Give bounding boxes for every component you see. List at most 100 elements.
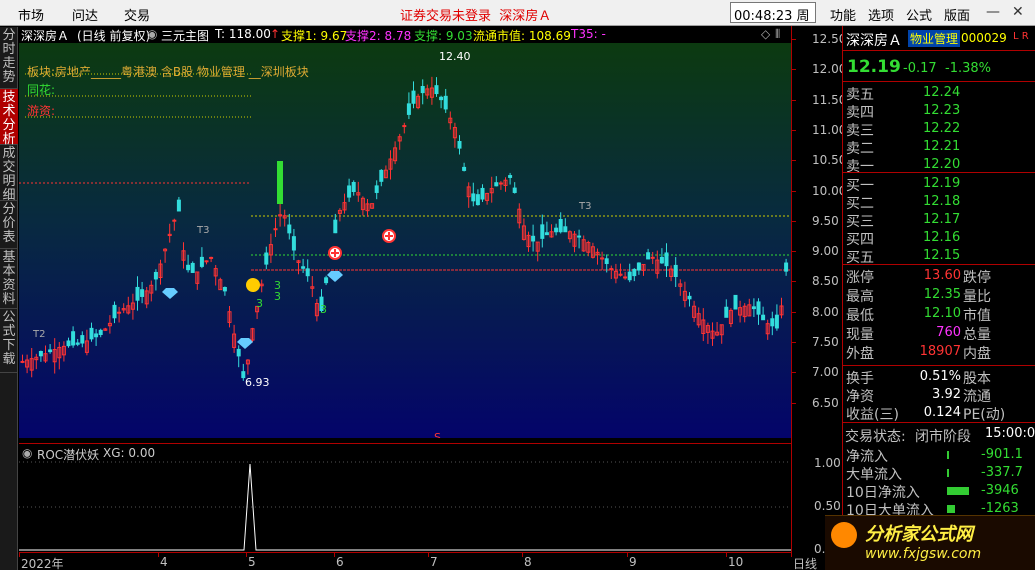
stat2-label: 换手 <box>846 371 874 387</box>
stat-label: 最高 <box>846 289 874 305</box>
candle-body <box>66 340 71 347</box>
stat-value: 13.60 <box>923 268 961 283</box>
ask-label: 卖二 <box>846 141 874 157</box>
menu-options[interactable]: 选项 <box>868 5 894 24</box>
menu-layout[interactable]: 版面 <box>944 5 970 24</box>
candle-body <box>347 185 352 198</box>
tab-trades[interactable]: 成交明细 <box>0 145 18 203</box>
candle-body <box>402 125 407 128</box>
menu-ask[interactable]: 问达 <box>72 5 98 24</box>
diamond-icon[interactable]: ◇ <box>761 27 770 41</box>
candle-body <box>98 329 103 336</box>
bid-price[interactable]: 12.17 <box>923 212 960 227</box>
candle-body <box>577 235 582 238</box>
stat2-value: 0.124 <box>923 405 961 420</box>
candle-body <box>264 252 269 265</box>
candle-body <box>554 227 559 233</box>
bid-price[interactable]: 12.16 <box>923 230 960 245</box>
t2-label: T2 <box>32 329 45 340</box>
youzi-label: 游资: <box>27 104 55 118</box>
ask-price[interactable]: 12.21 <box>923 139 960 154</box>
high-price-label: 12.40 <box>439 50 471 63</box>
date-label: 日线 <box>793 557 818 570</box>
price-axis: 12.50 12.00 11.50 11.00 10.50 10.00 9.50… <box>791 26 846 556</box>
stat2-value: 0.51% <box>919 369 961 384</box>
candle-body <box>75 342 80 345</box>
signal-3-a: 3 <box>256 297 263 310</box>
sad-face-icon <box>246 278 260 292</box>
date-label: 9 <box>629 555 637 569</box>
price-tick: 8.00 <box>812 304 839 319</box>
candle-body <box>508 175 513 178</box>
candle-body <box>558 218 563 233</box>
tab-intraday[interactable]: 分时走势 <box>0 27 18 89</box>
candle-body <box>646 252 651 260</box>
candle-body <box>457 140 462 149</box>
signal-3-d: 3 <box>320 303 327 316</box>
candle-body <box>94 333 99 338</box>
quote-stock-name: 深深房Ａ <box>846 33 902 49</box>
ask-price[interactable]: 12.24 <box>923 85 960 100</box>
tab-price-table[interactable]: 分价表 <box>0 201 18 249</box>
minimize-icon[interactable]: — <box>986 4 1000 20</box>
chart-header: 深深房Ａ (日线 前复权) ◉ 三元主图 T: 118.00 ↑ 支撑1: 9.… <box>19 26 791 43</box>
roc-subchart[interactable] <box>19 461 791 552</box>
logo-icon <box>831 522 857 548</box>
bars-icon[interactable]: ⦀ <box>775 27 780 42</box>
stat-label-2: 内盘 <box>963 346 991 362</box>
candle-body <box>176 199 181 212</box>
menu-function[interactable]: 功能 <box>830 5 856 24</box>
flow-value: -3946 <box>981 483 1019 498</box>
price-tick: 9.00 <box>812 244 839 259</box>
date-axis: 2022年 4 5 6 7 8 9 10 日线 <box>19 552 817 570</box>
stat-label: 最低 <box>846 308 874 324</box>
candle-body <box>761 314 766 321</box>
stat-value: 760 <box>936 325 961 340</box>
candle-body <box>420 85 425 94</box>
chart-stock-name[interactable]: 深深房Ａ <box>21 27 69 44</box>
t-value: T: 118.00 <box>215 27 271 41</box>
ask-price[interactable]: 12.22 <box>923 121 960 136</box>
tab-fundamentals[interactable]: 基本资料 <box>0 249 18 309</box>
indicator-dropdown-icon[interactable]: ◉ <box>147 27 157 41</box>
candle-body <box>439 96 444 101</box>
stat-label: 外盘 <box>846 346 874 362</box>
chart-background <box>19 43 791 438</box>
menu-formula[interactable]: 公式 <box>906 5 932 24</box>
tab-formula-download[interactable]: 公式下载 <box>0 309 18 373</box>
quote-sector-tag[interactable]: 物业管理 <box>908 30 961 47</box>
flow-label: 大单流入 <box>846 467 902 483</box>
candle-body <box>273 228 278 231</box>
flow-value: -901.1 <box>981 447 1023 462</box>
stat2-label-2: 股本 <box>963 371 991 387</box>
bid-price[interactable]: 12.15 <box>923 248 960 263</box>
candlestick-chart[interactable]: 板块:房地产_____粤港澳 含B股 物业管理 __深圳板块 同花: 游资: 1… <box>19 43 791 438</box>
sub-indicator-icon[interactable]: ◉ <box>22 446 32 460</box>
t3-label-1: T3 <box>196 225 209 236</box>
ask-price[interactable]: 12.20 <box>923 157 960 172</box>
bid-price[interactable]: 12.19 <box>923 176 960 191</box>
s-mark: S <box>434 431 441 438</box>
quote-code: 000029 <box>961 31 1007 45</box>
candle-body <box>531 235 536 242</box>
bid-price[interactable]: 12.18 <box>923 194 960 209</box>
tab-technical[interactable]: 技术分析 <box>0 89 18 147</box>
stat2-label: 收益(三) <box>846 407 899 423</box>
menu-market[interactable]: 市场 <box>18 5 44 24</box>
login-status[interactable]: 证券交易未登录 深深房Ａ <box>400 5 551 24</box>
candle-body <box>563 226 568 233</box>
stat2-label: 净资 <box>846 389 874 405</box>
site-logo: 分析家公式网 www.fxjgsw.com <box>825 515 1035 570</box>
up-arrow-icon: ↑ <box>270 27 281 41</box>
chart-mode[interactable]: (日线 前复权) <box>77 27 150 44</box>
bid-label: 买三 <box>846 214 874 230</box>
sub-chart-header: ◉ ROC潜伏妖 XG: 0.00 <box>19 443 791 462</box>
menu-trade[interactable]: 交易 <box>124 5 150 24</box>
ask-price[interactable]: 12.23 <box>923 103 960 118</box>
ask-label: 卖五 <box>846 87 874 103</box>
candle-body <box>687 295 692 300</box>
candle-body <box>751 306 756 310</box>
close-icon[interactable]: ✕ <box>1012 4 1024 20</box>
main-indicator[interactable]: 三元主图 <box>161 27 209 44</box>
stat2-label-2: PE(动) <box>963 407 1006 423</box>
